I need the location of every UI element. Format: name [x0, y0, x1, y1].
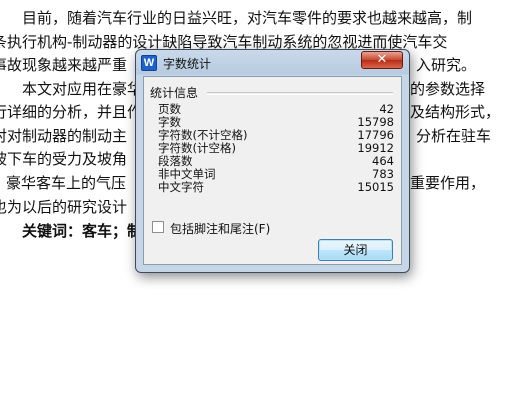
doc-line: 行详细的分析，并且作 [0, 103, 143, 121]
doc-line: 也为以后的研究设计 [0, 198, 128, 216]
stat-row-chars-with-spaces: 字符数(计空格) 19912 [158, 142, 394, 155]
stat-row-chinese-chars: 中文字符 15015 [158, 181, 394, 194]
include-footnotes-checkbox[interactable] [152, 221, 164, 233]
doc-line: 及结构形式， [410, 103, 501, 121]
group-divider [207, 92, 393, 95]
statistics-group-title: 统计信息 [150, 86, 199, 100]
word-count-dialog: W 字数统计 ✕ 统计信息 页数 42 字数 15798 字符数(不计空格) 1… [135, 49, 410, 273]
close-button[interactable]: 关闭 [318, 239, 393, 261]
doc-line: 重要作用， [410, 174, 486, 192]
doc-line: 入研究。 [416, 56, 477, 74]
include-footnotes-label[interactable]: 包括脚注和尾注(F) [170, 220, 270, 237]
stat-label: 中文字符 [158, 180, 204, 194]
doc-line: 豪华客车上的气压 [6, 174, 127, 192]
doc-line: 本文对应用在豪华 [22, 80, 143, 98]
doc-line: 的参数选择 [410, 80, 486, 98]
dialog-titlebar[interactable]: W 字数统计 ✕ [136, 50, 409, 76]
keywords-line: 关键词：客车；制 [22, 222, 143, 240]
wps-app-icon: W [141, 55, 157, 71]
doc-line: 目前，随着汽车行业的日益兴旺，对汽车零件的要求也越来越高，制 [22, 9, 473, 27]
doc-line: 对对制动器的制动主 [0, 127, 128, 145]
close-icon[interactable]: ✕ [361, 51, 403, 69]
dialog-title: 字数统计 [163, 57, 212, 71]
doc-line: 坡下车的受力及坡角 [0, 150, 128, 168]
doc-line: 事故现象越来越严重 [0, 56, 128, 74]
stat-value: 15015 [357, 180, 394, 194]
dialog-client: 统计信息 页数 42 字数 15798 字符数(不计空格) 17796 字符数(… [143, 76, 402, 265]
doc-line: 分析在驻车 [416, 127, 492, 145]
doc-line: 关键词：客车；制 [22, 220, 142, 242]
statistics-list: 页数 42 字数 15798 字符数(不计空格) 17796 字符数(计空格) … [158, 103, 394, 194]
